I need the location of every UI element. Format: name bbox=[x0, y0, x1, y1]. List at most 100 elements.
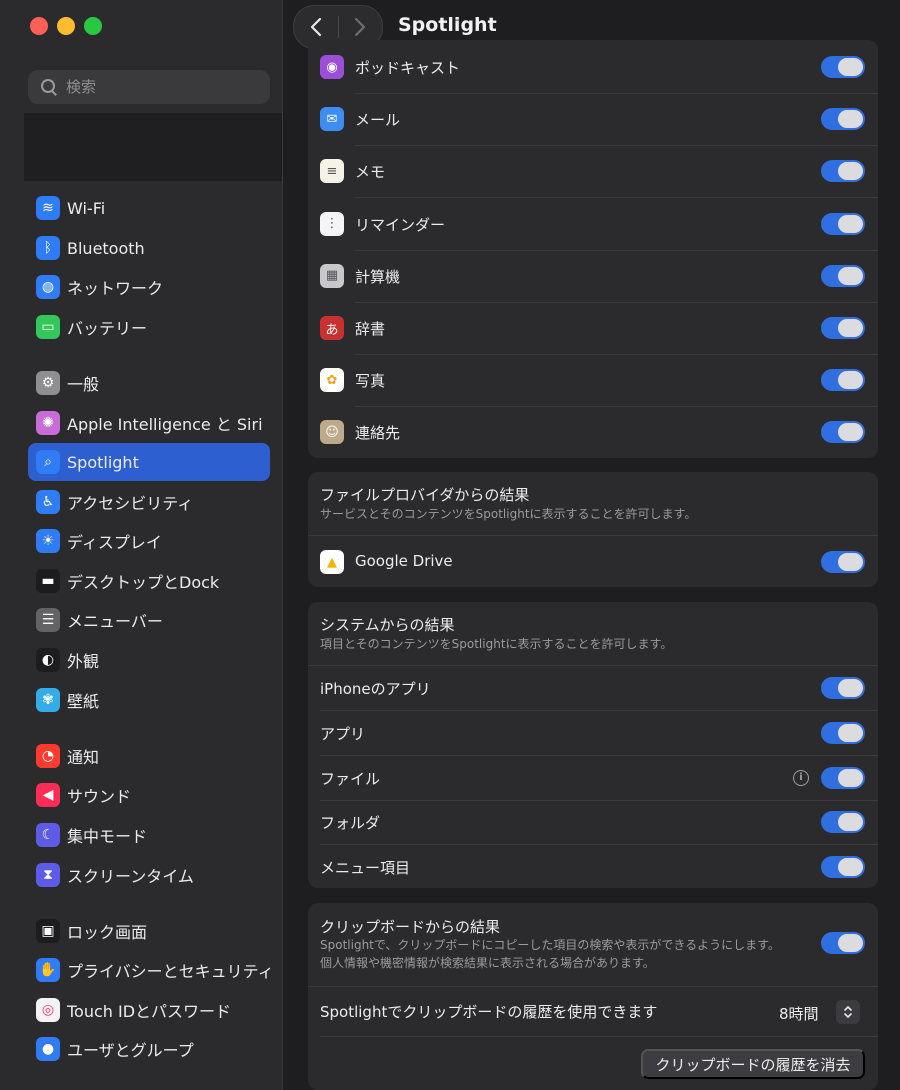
divider bbox=[320, 844, 878, 846]
clipboard-toggle[interactable] bbox=[821, 932, 865, 954]
info-icon[interactable]: i bbox=[793, 769, 809, 786]
divider bbox=[308, 986, 878, 987]
sidebar-item[interactable]: ⚙ 一般 bbox=[28, 364, 270, 402]
sidebar-item[interactable]: ≋ Wi-Fi bbox=[28, 189, 270, 227]
sidebar-item-label: アクセシビリティ bbox=[67, 494, 194, 513]
sidebar-item[interactable]: ᛒ Bluetooth bbox=[28, 229, 270, 267]
sidebar-item-label: ネットワーク bbox=[67, 279, 164, 298]
divider bbox=[355, 197, 878, 199]
sun-icon: ☀ bbox=[36, 529, 60, 553]
app-row-label: 計算機 bbox=[355, 267, 401, 286]
sidebar-item-label: ディスプレイ bbox=[67, 533, 162, 552]
fingerprint-icon: ◎ bbox=[36, 998, 60, 1022]
photos-icon: ✿ bbox=[320, 368, 344, 393]
magnifier-icon: ⌕ bbox=[36, 450, 60, 474]
clipboard-history-stepper[interactable] bbox=[836, 1000, 860, 1024]
search-input[interactable] bbox=[64, 77, 258, 97]
moon-icon: ☾ bbox=[36, 823, 60, 847]
sidebar-item-label: Touch IDとパスワード bbox=[67, 1002, 232, 1021]
divider bbox=[355, 249, 878, 251]
system-results-description: 項目とそのコンテンツをSpotlightに表示することを許可します。 bbox=[320, 637, 673, 651]
app-toggle[interactable] bbox=[821, 56, 865, 78]
system-result-toggle[interactable] bbox=[821, 766, 865, 789]
mail-icon: ✉ bbox=[320, 107, 344, 132]
sidebar-item[interactable]: ▬ デスクトップとDock bbox=[28, 562, 270, 600]
clipboard-description-line2: 個人情報や機密情報が検索結果に表示される場合があります。 bbox=[320, 956, 655, 970]
siri-icon: ✺ bbox=[36, 411, 60, 435]
system-results-group: システムからの結果 項目とそのコンテンツをSpotlightに表示することを許可… bbox=[308, 602, 878, 888]
sidebar-item-label: メニューバー bbox=[67, 612, 163, 631]
zoom-window-button[interactable] bbox=[84, 17, 102, 35]
app-toggle[interactable] bbox=[821, 160, 865, 183]
sidebar-item[interactable]: ◍ ネットワーク bbox=[28, 268, 270, 306]
clipboard-title: クリップボードからの結果 bbox=[320, 918, 501, 936]
reminders-icon: ⋮ bbox=[320, 211, 344, 236]
clear-clipboard-history-button[interactable]: クリップボードの履歴を消去 bbox=[641, 1049, 865, 1079]
sidebar-item[interactable]: ◐ 外観 bbox=[28, 641, 270, 679]
accessibility-icon: ♿ bbox=[36, 490, 60, 514]
wallpaper-icon: ✾ bbox=[36, 688, 60, 712]
app-row-label: 辞書 bbox=[355, 320, 386, 338]
podcasts-icon: ◉ bbox=[320, 55, 344, 79]
users-icon: ● bbox=[36, 1037, 60, 1061]
sidebar-item[interactable]: ▣ ロック画面 bbox=[28, 912, 270, 950]
divider bbox=[320, 1036, 878, 1037]
sidebar-item-label: 集中モード bbox=[67, 827, 148, 846]
settings-window: ≋ Wi-Fi ᛒ Bluetooth ◍ ネットワーク ▭ バッテリー ⚙ 一般 ✺ Apple I… bbox=[0, 0, 900, 1090]
close-window-button[interactable] bbox=[30, 17, 48, 35]
system-result-label: iPhoneのアプリ bbox=[320, 680, 431, 698]
sidebar-item[interactable]: ◎ Touch IDとパスワード bbox=[28, 991, 270, 1029]
clipboard-description-line1: Spotlightで、クリップボードにコピーした項目の検索や表示ができるようにし… bbox=[320, 938, 780, 952]
file-provider-label: Google Drive bbox=[355, 552, 453, 570]
file-provider-toggle[interactable] bbox=[821, 551, 865, 573]
search-field[interactable] bbox=[28, 70, 270, 104]
sidebar-item[interactable]: ▭ バッテリー bbox=[28, 308, 270, 346]
divider bbox=[308, 665, 878, 666]
system-result-toggle[interactable] bbox=[821, 677, 865, 699]
sidebar-item[interactable]: ◔ 通知 bbox=[28, 737, 270, 775]
sidebar-item[interactable]: ☾ 集中モード bbox=[28, 816, 270, 854]
sidebar-item[interactable]: ● ユーザとグループ bbox=[28, 1030, 270, 1068]
system-result-toggle[interactable] bbox=[821, 721, 865, 744]
hand-icon: ✋ bbox=[36, 958, 60, 982]
sidebar-item-label: 壁紙 bbox=[67, 692, 100, 711]
sidebar-item[interactable]: ♿ アクセシビリティ bbox=[28, 483, 270, 521]
divider bbox=[355, 406, 878, 408]
sidebar-item[interactable]: ✋ プライバシーとセキュリティ bbox=[28, 951, 274, 989]
account-area[interactable] bbox=[24, 113, 282, 181]
system-result-toggle[interactable] bbox=[821, 811, 865, 834]
app-row-label: メール bbox=[355, 111, 401, 130]
sidebar-item[interactable]: ✺ Apple Intelligence と Siri bbox=[28, 404, 270, 442]
sidebar-item-label: デスクトップとDock bbox=[67, 573, 220, 592]
sidebar-item[interactable]: ✾ 壁紙 bbox=[28, 681, 270, 719]
globe-icon: ◍ bbox=[36, 275, 60, 299]
sidebar-item[interactable]: ☀ ディスプレイ bbox=[28, 522, 270, 560]
wifi-icon: ≋ bbox=[36, 196, 60, 220]
app-toggle[interactable] bbox=[821, 369, 865, 392]
app-toggle[interactable] bbox=[821, 108, 865, 131]
menubar-icon: ☰ bbox=[36, 608, 60, 632]
app-toggle[interactable] bbox=[821, 317, 865, 339]
sidebar-item[interactable]: ◀ サウンド bbox=[28, 776, 270, 814]
dictionary-icon: あ bbox=[320, 316, 344, 340]
system-result-label: メニュー項目 bbox=[320, 859, 411, 878]
system-result-toggle[interactable] bbox=[821, 856, 865, 879]
divider bbox=[320, 710, 878, 711]
app-toggle[interactable] bbox=[821, 212, 865, 235]
app-toggle[interactable] bbox=[821, 264, 865, 287]
lock-icon: ▣ bbox=[36, 919, 60, 943]
sidebar-item[interactable]: ⌕ Spotlight bbox=[28, 443, 270, 481]
sidebar-item[interactable]: ⧗ スクリーンタイム bbox=[28, 856, 270, 894]
sidebar-item[interactable]: ☰ メニューバー bbox=[28, 601, 270, 639]
sidebar-item-label: プライバシーとセキュリティ bbox=[67, 962, 274, 981]
app-row-label: リマインダー bbox=[355, 215, 446, 234]
divider bbox=[355, 354, 878, 355]
sidebar-item-label: スクリーンタイム bbox=[67, 867, 194, 886]
up-down-chevron-icon bbox=[844, 1006, 852, 1018]
dock-icon: ▬ bbox=[36, 569, 60, 593]
app-toggle[interactable] bbox=[821, 421, 865, 444]
appearance-icon: ◐ bbox=[36, 648, 60, 672]
page-title: Spotlight bbox=[398, 14, 497, 36]
minimize-window-button[interactable] bbox=[57, 17, 75, 35]
clipboard-history-value[interactable]: 8時間 bbox=[779, 1003, 819, 1024]
